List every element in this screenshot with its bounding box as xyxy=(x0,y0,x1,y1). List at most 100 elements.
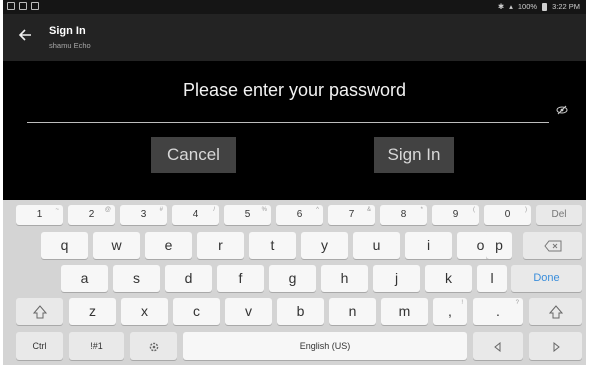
key-h[interactable]: h xyxy=(321,265,368,292)
key-s[interactable]: s xyxy=(113,265,160,292)
key-label: 4 xyxy=(192,209,199,220)
shift-key-right[interactable] xyxy=(529,298,582,325)
symbols-key[interactable]: !#1 xyxy=(69,332,124,360)
key-x[interactable]: x xyxy=(121,298,168,325)
key-d[interactable]: d xyxy=(165,265,212,292)
key-v[interactable]: v xyxy=(225,298,272,325)
key-b[interactable]: b xyxy=(277,298,324,325)
done-key[interactable]: Done xyxy=(511,265,582,292)
key-alt: ^ xyxy=(316,207,319,213)
backspace-key[interactable] xyxy=(523,232,582,259)
key-alt: ( xyxy=(473,207,475,213)
shift-icon xyxy=(548,303,563,319)
battery-percent: 100% xyxy=(517,2,538,11)
backspace-icon xyxy=(543,237,562,253)
key-e[interactable]: e xyxy=(145,232,192,259)
key-alt: % xyxy=(261,207,267,213)
arrow-left-icon xyxy=(493,341,503,352)
key-alt: & xyxy=(366,207,371,213)
shift-key-left[interactable] xyxy=(16,298,63,325)
delete-key[interactable]: Del xyxy=(536,205,582,225)
key-label: 2 xyxy=(88,209,95,220)
key-m[interactable]: m xyxy=(381,298,428,325)
key-j[interactable]: j xyxy=(373,265,420,292)
password-field[interactable] xyxy=(27,102,549,123)
key-n[interactable]: n xyxy=(329,298,376,325)
shift-icon xyxy=(32,303,47,319)
key-alt: * xyxy=(420,207,423,213)
status-left-icons xyxy=(7,2,39,10)
status-right: ✱ ▴ 100% 3:22 PM xyxy=(498,2,580,11)
password-prompt: Please enter your password xyxy=(182,80,407,100)
key-c[interactable]: c xyxy=(173,298,220,325)
on-screen-keyboard: 1 ~ 2 @ 3 # 4/ 5% 6 ^ 7 & 8 * 9( 0) Del q w e … xyxy=(3,200,586,365)
key-r[interactable]: r xyxy=(197,232,244,259)
key-t[interactable]: t xyxy=(249,232,296,259)
notification-icon xyxy=(19,2,27,10)
arrow-left-icon[interactable] xyxy=(16,26,34,44)
key-k[interactable]: k xyxy=(425,265,472,292)
key-label: 6 xyxy=(296,209,303,220)
eye-off-icon[interactable] xyxy=(556,103,568,115)
keyboard-settings-key[interactable] xyxy=(130,332,177,360)
space-bar[interactable]: English (US) xyxy=(183,332,467,360)
ctrl-key[interactable]: Ctrl xyxy=(16,332,63,360)
status-bar: ✱ ▴ 100% 3:22 PM xyxy=(3,0,586,14)
key-label: 0 xyxy=(504,209,511,220)
key-6[interactable]: 6 ^ xyxy=(276,205,323,225)
key-comma[interactable]: ,! xyxy=(433,298,467,325)
sign-in-button[interactable]: Sign In xyxy=(374,137,454,173)
app-bar: Sign In shamu Echo xyxy=(3,14,586,61)
key-i[interactable]: i xyxy=(405,232,452,259)
key-alt: @ xyxy=(104,207,111,213)
key-alt: ) xyxy=(525,207,527,213)
key-q[interactable]: q xyxy=(41,232,88,259)
key-z[interactable]: z xyxy=(69,298,116,325)
key-label: . xyxy=(496,303,500,319)
key-y[interactable]: y xyxy=(301,232,348,259)
key-alt: ! xyxy=(461,300,463,306)
key-8[interactable]: 8 * xyxy=(380,205,427,225)
key-alt: ~ xyxy=(55,207,59,213)
key-5[interactable]: 5% xyxy=(224,205,271,225)
settings-icon xyxy=(7,2,15,10)
key-0[interactable]: 0) xyxy=(484,205,531,225)
key-p[interactable]: p xyxy=(486,232,512,259)
key-7[interactable]: 7 & xyxy=(328,205,375,225)
key-label: , xyxy=(448,303,452,319)
key-label: 1 xyxy=(36,209,43,220)
bluetooth-icon: ✱ xyxy=(497,2,505,11)
cursor-left-key[interactable] xyxy=(473,332,523,360)
key-u[interactable]: u xyxy=(353,232,400,259)
device-screen: ✱ ▴ 100% 3:22 PM Sign In shamu Echo Plea… xyxy=(3,0,586,365)
cursor-right-key[interactable] xyxy=(529,332,582,360)
key-label: Del xyxy=(551,209,567,220)
clock: 3:22 PM xyxy=(552,2,580,11)
key-label: 3 xyxy=(140,209,147,220)
key-alt: / xyxy=(213,207,215,213)
key-3[interactable]: 3 # xyxy=(120,205,167,225)
page-subtitle: shamu Echo xyxy=(49,41,91,50)
key-g[interactable]: g xyxy=(269,265,316,292)
image-icon xyxy=(31,2,39,10)
key-period[interactable]: .? xyxy=(473,298,523,325)
key-l[interactable]: l xyxy=(477,265,507,292)
page-title: Sign In xyxy=(49,25,86,37)
key-1[interactable]: 1 ~ xyxy=(16,205,63,225)
key-label: 8 xyxy=(400,209,407,220)
key-w[interactable]: w xyxy=(93,232,140,259)
arrow-right-icon xyxy=(551,341,561,352)
key-alt: # xyxy=(159,207,163,213)
gear-icon xyxy=(148,341,160,351)
key-label: 9 xyxy=(452,209,459,220)
key-label: 5 xyxy=(244,209,251,220)
key-9[interactable]: 9( xyxy=(432,205,479,225)
key-f[interactable]: f xyxy=(217,265,264,292)
key-2[interactable]: 2 @ xyxy=(68,205,115,225)
key-alt: ? xyxy=(515,300,519,306)
key-a[interactable]: a xyxy=(61,265,108,292)
key-4[interactable]: 4/ xyxy=(172,205,219,225)
signal-icon: ▴ xyxy=(509,2,513,11)
key-label: 7 xyxy=(348,209,355,220)
cancel-button[interactable]: Cancel xyxy=(151,137,236,173)
